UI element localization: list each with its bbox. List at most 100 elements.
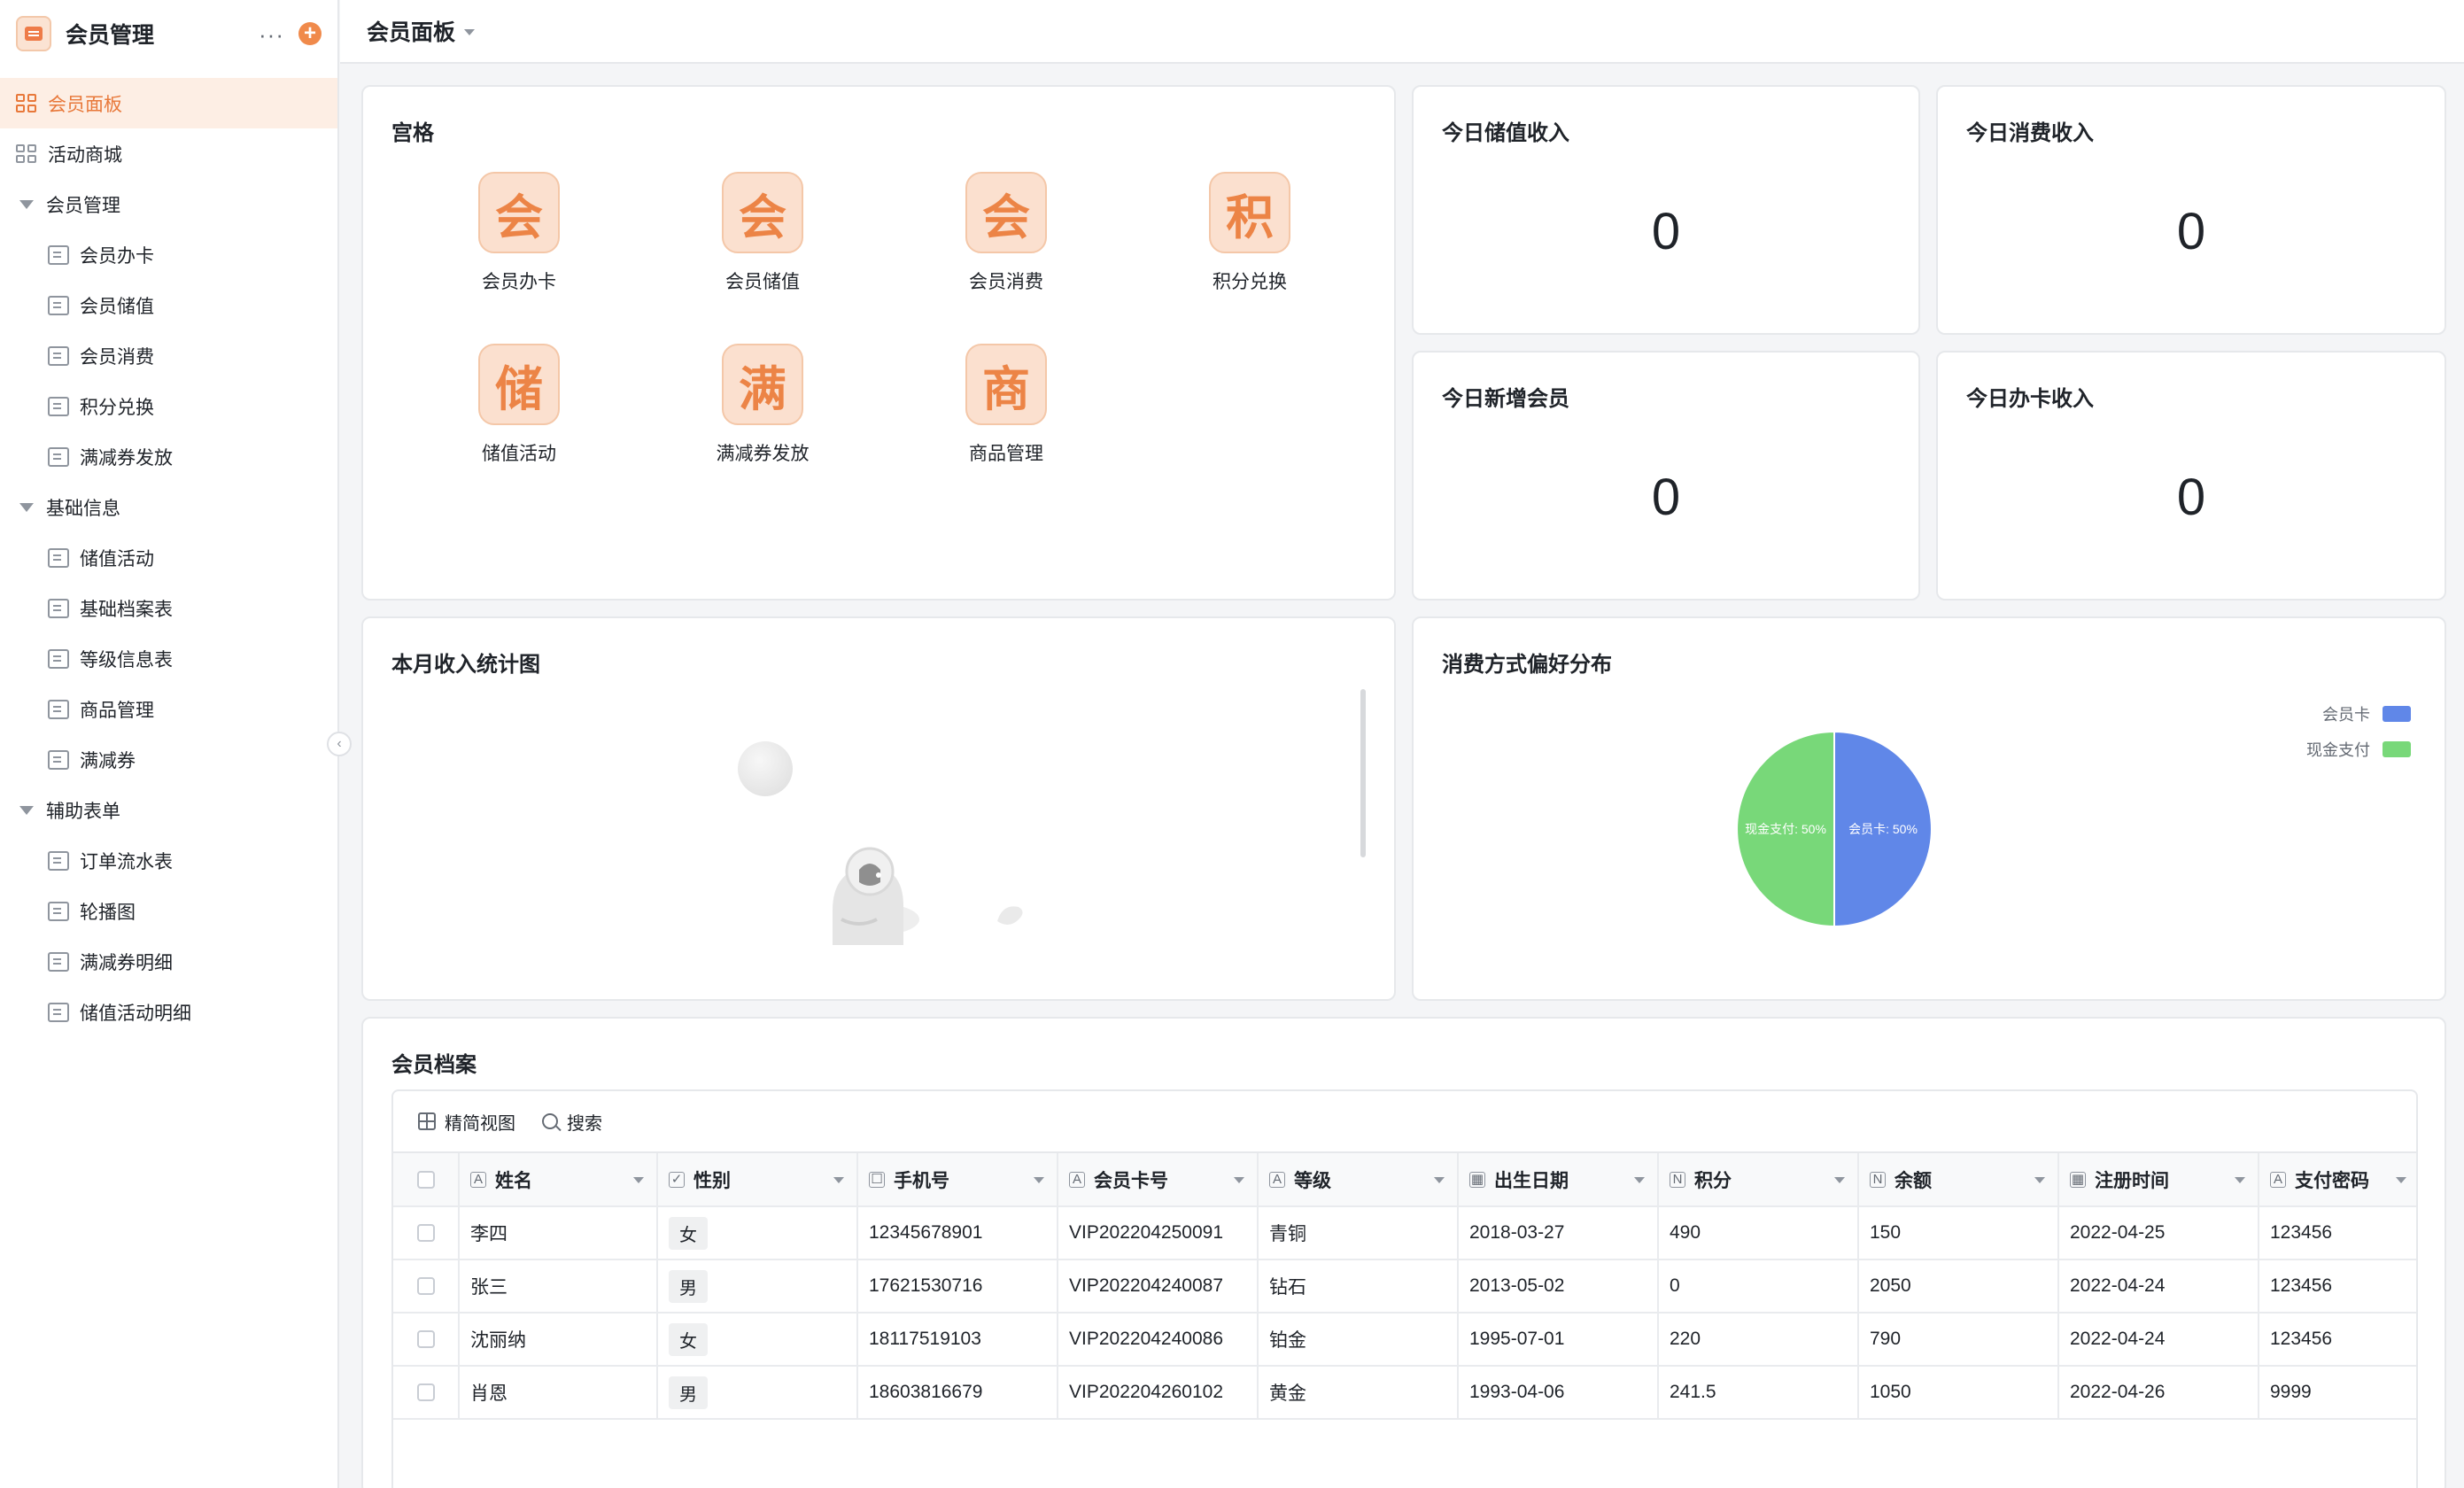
compact-view-button[interactable]: 精简视图 [418,1109,515,1135]
table-row[interactable]: 肖恩男 18603816679 VIP202204260102 黄金 1993-04-0… [393,1366,2416,1420]
chevron-down-icon[interactable] [1834,1177,1845,1183]
chevron-down-icon[interactable] [1634,1177,1645,1183]
chevron-down-icon[interactable] [1034,1177,1044,1183]
column-header[interactable]: A 等级 [1258,1153,1459,1207]
table-cell[interactable]: 黄金 [1258,1366,1459,1420]
add-icon[interactable]: + [298,22,322,45]
table-cell[interactable]: 铂金 [1258,1313,1459,1367]
grid-shortcut[interactable]: 商商品管理 [935,344,1077,466]
table-cell[interactable]: 沈丽纳 [459,1313,658,1367]
chevron-down-icon[interactable] [833,1177,844,1183]
legend-item[interactable]: 会员卡 [2306,696,2411,732]
sidebar-item[interactable]: 满减券明细 [0,936,337,987]
table-cell[interactable]: 9999 [2259,1366,2416,1420]
column-header[interactable]: ▦ 出生日期 [1458,1153,1659,1207]
sidebar-group[interactable]: 基础信息 [0,482,337,532]
chevron-down-icon[interactable] [2235,1177,2245,1183]
sidebar-item[interactable]: 订单流水表 [0,835,337,886]
column-header[interactable]: A 支付密码 [2259,1153,2416,1207]
table-cell[interactable]: 2022-04-26 [2058,1366,2259,1420]
sidebar-item[interactable]: 会员储值 [0,280,337,330]
grid-shortcut[interactable]: 储储值活动 [448,344,590,466]
table-cell[interactable]: VIP202204240086 [1058,1313,1259,1367]
page-title[interactable]: 会员面板 [367,15,455,47]
table-cell[interactable]: 12345678901 [857,1206,1058,1260]
table-cell[interactable]: 李四 [459,1206,658,1260]
table-cell[interactable]: 123456 [2259,1313,2416,1367]
table-cell[interactable]: 2018-03-27 [1458,1206,1659,1260]
table-cell[interactable]: 790 [1858,1313,2059,1367]
sidebar-group[interactable]: 会员管理 [0,179,337,229]
grid-shortcut[interactable]: 会会员办卡 [448,172,590,294]
sidebar-item[interactable]: 满减券 [0,734,337,785]
grid-shortcut[interactable]: 积积分兑换 [1179,172,1321,294]
chevron-down-icon[interactable] [2396,1177,2406,1183]
table-cell[interactable]: 490 [1658,1206,1859,1260]
column-header[interactable]: N 余额 [1858,1153,2059,1207]
sidebar-item[interactable]: 满减券发放 [0,431,337,482]
table-cell[interactable]: 17621530716 [857,1259,1058,1314]
table-row[interactable]: 张三男 17621530716 VIP202204240087 钻石 2013-05-0… [393,1259,2416,1314]
sidebar-item[interactable]: 会员消费 [0,330,337,381]
table-cell[interactable]: 2022-04-24 [2058,1259,2259,1314]
column-header[interactable]: N 积分 [1658,1153,1859,1207]
chevron-down-icon[interactable] [1434,1177,1445,1183]
sidebar-item[interactable]: 积分兑换 [0,381,337,431]
table-cell[interactable]: 女 [657,1206,858,1260]
sidebar-item[interactable]: 活动商城 [0,128,337,179]
table-cell[interactable]: VIP202204250091 [1058,1206,1259,1260]
chevron-down-icon[interactable] [464,29,476,35]
table-cell[interactable]: 肖恩 [459,1366,658,1420]
sidebar-item[interactable]: 储值活动明细 [0,987,337,1037]
search-button[interactable]: 搜索 [542,1109,602,1135]
table-cell[interactable]: 241.5 [1658,1366,1859,1420]
table-cell[interactable]: 钻石 [1258,1259,1459,1314]
table-cell[interactable]: 女 [657,1313,858,1367]
vertical-scrollbar[interactable] [1360,689,1366,857]
sidebar-item[interactable]: 轮播图 [0,886,337,936]
row-checkbox[interactable] [416,1383,435,1402]
column-header[interactable]: ▦ 注册时间 [2058,1153,2259,1207]
sidebar-item[interactable]: 储值活动 [0,532,337,583]
row-checkbox[interactable] [416,1277,435,1296]
chevron-down-icon[interactable] [1234,1177,1244,1183]
table-cell[interactable]: 220 [1658,1313,1859,1367]
table-cell[interactable]: 18603816679 [857,1366,1058,1420]
grid-shortcut[interactable]: 会会员消费 [935,172,1077,294]
more-options-icon[interactable]: ··· [259,21,284,49]
table-cell[interactable]: 2022-04-24 [2058,1313,2259,1367]
table-row[interactable]: 李四女 12345678901 VIP202204250091 青铜 2018-03-2… [393,1206,2416,1260]
select-all-checkbox[interactable] [416,1170,435,1189]
chevron-down-icon[interactable] [633,1177,644,1183]
collapse-sidebar-button[interactable]: ‹ [327,732,352,756]
table-cell[interactable]: 1995-07-01 [1458,1313,1659,1367]
column-header[interactable]: A 姓名 [459,1153,658,1207]
table-cell[interactable]: 青铜 [1258,1206,1459,1260]
table-cell[interactable]: 男 [657,1366,858,1420]
table-cell[interactable]: 123456 [2259,1206,2416,1260]
table-cell[interactable]: VIP202204240087 [1058,1259,1259,1314]
table-cell[interactable]: 男 [657,1259,858,1314]
table-cell[interactable]: 张三 [459,1259,658,1314]
table-cell[interactable]: 1993-04-06 [1458,1366,1659,1420]
grid-shortcut[interactable]: 满满减券发放 [692,344,833,466]
sidebar-item[interactable]: 等级信息表 [0,633,337,684]
chevron-down-icon[interactable] [2034,1177,2045,1183]
legend-item[interactable]: 现金支付 [2306,732,2411,767]
table-cell[interactable]: 123456 [2259,1259,2416,1314]
sidebar-group[interactable]: 辅助表单 [0,785,337,835]
table-cell[interactable]: 2050 [1858,1259,2059,1314]
table-cell[interactable]: 150 [1858,1206,2059,1260]
row-checkbox[interactable] [416,1330,435,1349]
sidebar-item[interactable]: 商品管理 [0,684,337,734]
table-cell[interactable]: 0 [1658,1259,1859,1314]
column-header[interactable]: A 会员卡号 [1058,1153,1259,1207]
table-cell[interactable]: 1050 [1858,1366,2059,1420]
sidebar-item[interactable]: 会员面板 [0,78,337,128]
row-checkbox[interactable] [416,1224,435,1243]
sidebar-item[interactable]: 基础档案表 [0,583,337,633]
table-cell[interactable]: 2013-05-02 [1458,1259,1659,1314]
table-cell[interactable]: 2022-04-25 [2058,1206,2259,1260]
column-header[interactable]: ✓ 性别 [657,1153,858,1207]
sidebar-item[interactable]: 会员办卡 [0,229,337,280]
